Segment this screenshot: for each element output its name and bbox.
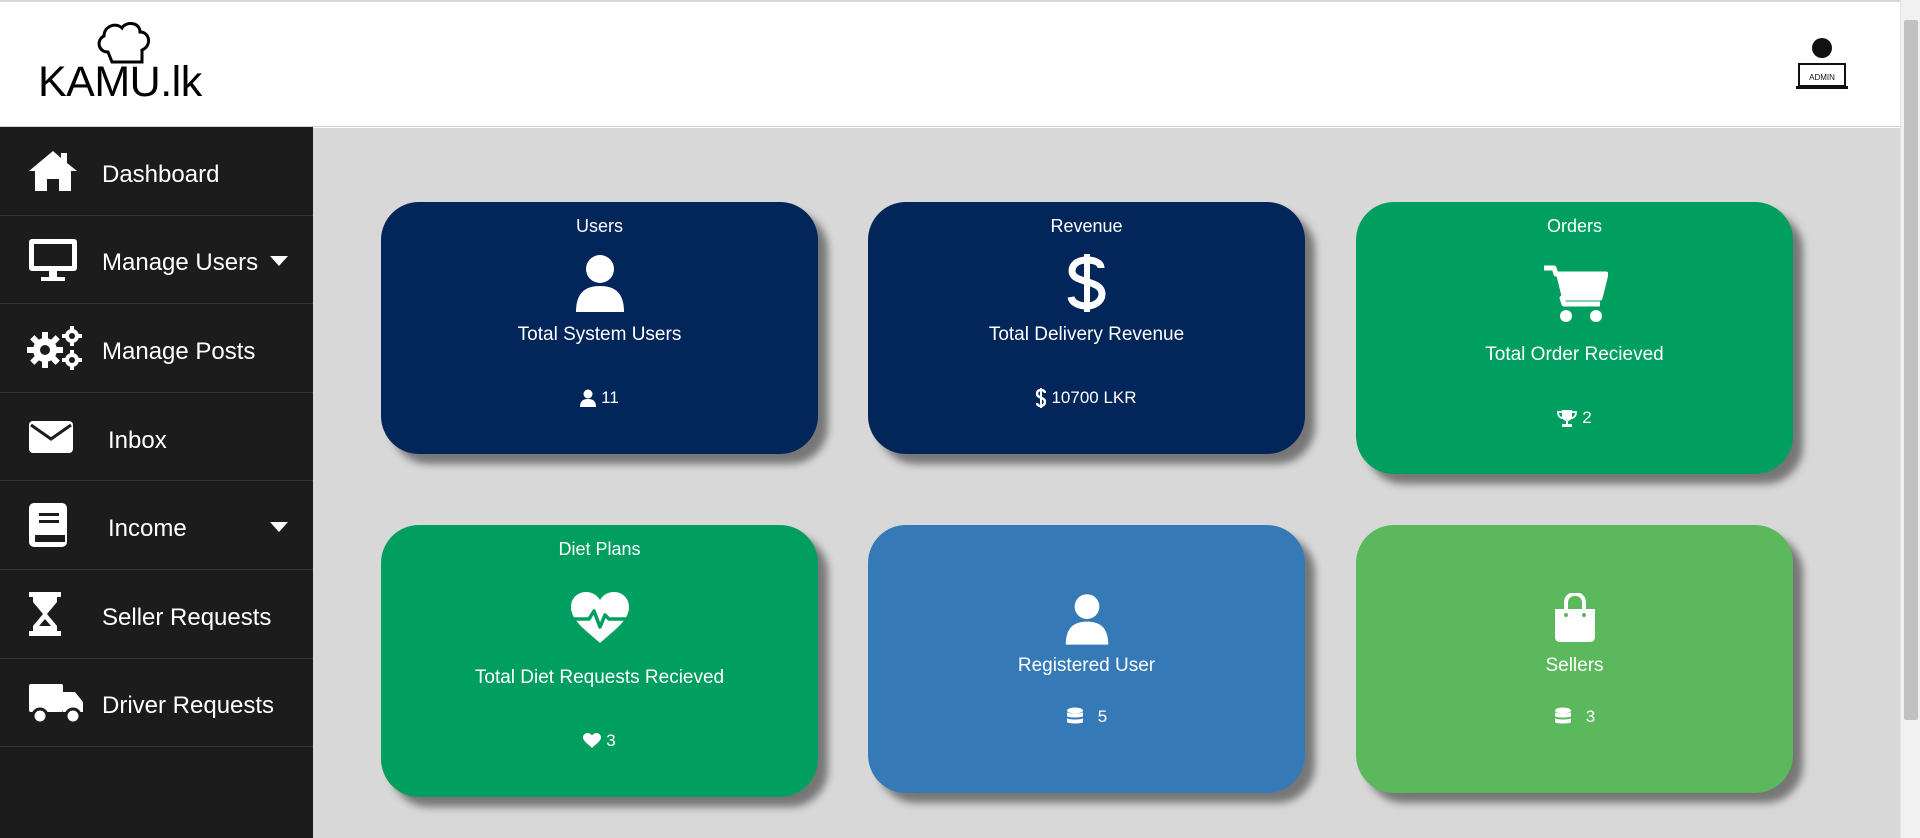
sidebar: Dashboard Manage Users Manage Posts Inbo… <box>0 127 313 838</box>
registered-user-card[interactable]: Registered User 5 <box>868 525 1305 793</box>
sidebar-item-label: Income <box>108 515 187 543</box>
user-icon <box>580 389 597 407</box>
sidebar-item-manage-users[interactable]: Manage Users <box>0 216 313 305</box>
top-header: KAMU.lk ADMIN <box>0 2 1900 127</box>
card-subtitle: Total Order Recieved <box>1485 344 1664 365</box>
card-subtitle: Total Delivery Revenue <box>988 324 1185 345</box>
card-stat: 5 <box>868 707 1305 727</box>
trophy-icon <box>1557 409 1578 427</box>
gears-icon <box>27 324 85 372</box>
user-icon <box>868 593 1305 645</box>
revenue-card[interactable]: Revenue Total Delivery Revenue 10700 LKR <box>868 202 1305 454</box>
card-title: Diet Plans <box>558 539 641 559</box>
database-icon <box>1554 707 1572 727</box>
home-icon <box>27 147 85 195</box>
sidebar-item-manage-posts[interactable]: Manage Posts <box>0 304 313 393</box>
logo-text: KAMU.lk <box>38 58 202 106</box>
sidebar-item-label: Manage Posts <box>102 338 256 366</box>
stat-value: 2 <box>1582 408 1592 427</box>
card-subtitle: Total Diet Requests Recieved <box>474 667 725 688</box>
orders-card[interactable]: Orders Total Order Recieved 2 <box>1356 202 1793 474</box>
card-stat: 2 <box>1356 408 1793 428</box>
database-icon <box>1066 707 1084 727</box>
sellers-card[interactable]: Sellers 3 <box>1356 525 1793 793</box>
stat-value: 10700 LKR <box>1051 388 1137 407</box>
sidebar-item-income[interactable]: Income <box>0 481 313 570</box>
dashboard-content: Users Total System Users 11 Revenue Tota… <box>313 128 1900 838</box>
desktop-icon <box>27 236 85 284</box>
admin-user-icon: ADMIN <box>1796 38 1848 89</box>
card-subtitle: Total System Users <box>517 324 682 345</box>
sidebar-item-label: Inbox <box>108 426 167 454</box>
sidebar-item-driver-requests[interactable]: Driver Requests <box>0 659 313 748</box>
cart-icon <box>1356 264 1793 324</box>
card-stat: 3 <box>1356 707 1793 727</box>
shopping-bag-icon <box>1356 593 1793 643</box>
page-scrollbar[interactable] <box>1900 0 1920 838</box>
scrollbar-thumb[interactable] <box>1904 20 1918 720</box>
svg-text:ADMIN: ADMIN <box>1809 73 1835 82</box>
sidebar-item-label: Dashboard <box>102 160 220 188</box>
sidebar-item-label: Seller Requests <box>102 603 272 631</box>
chevron-down-icon[interactable] <box>270 256 288 267</box>
diet-plans-card[interactable]: Diet Plans Total Diet Requests Recieved … <box>381 525 818 797</box>
logo[interactable]: KAMU.lk <box>38 22 208 106</box>
card-title: Revenue <box>1050 216 1123 236</box>
card-subtitle: Sellers <box>1545 655 1604 676</box>
sidebar-item-inbox[interactable]: Inbox <box>0 393 313 482</box>
dollar-icon <box>868 254 1305 312</box>
card-stat: 3 <box>381 731 818 751</box>
heart-icon <box>583 733 602 749</box>
chevron-down-icon[interactable] <box>270 522 288 533</box>
dollar-icon <box>1036 388 1047 408</box>
heartbeat-icon <box>381 591 818 645</box>
card-stat: 11 <box>381 388 818 408</box>
card-stat: 10700 LKR <box>868 388 1305 408</box>
stat-value: 11 <box>601 388 619 407</box>
users-card[interactable]: Users Total System Users 11 <box>381 202 818 454</box>
sidebar-item-label: Manage Users <box>102 249 259 277</box>
stat-value: 3 <box>606 731 616 750</box>
card-subtitle: Registered User <box>1017 655 1156 676</box>
stat-value: 5 <box>1097 707 1108 726</box>
book-icon <box>27 501 85 549</box>
truck-icon <box>27 679 85 727</box>
user-icon <box>381 254 818 312</box>
card-title: Users <box>575 216 623 236</box>
admin-avatar[interactable]: ADMIN <box>1796 36 1848 92</box>
card-title: Orders <box>1546 216 1602 236</box>
sidebar-item-label: Driver Requests <box>102 692 275 720</box>
envelope-icon <box>27 413 85 461</box>
sidebar-item-dashboard[interactable]: Dashboard <box>0 127 313 216</box>
sidebar-item-seller-requests[interactable]: Seller Requests <box>0 570 313 659</box>
hourglass-icon <box>27 590 85 638</box>
stat-value: 3 <box>1585 707 1596 726</box>
